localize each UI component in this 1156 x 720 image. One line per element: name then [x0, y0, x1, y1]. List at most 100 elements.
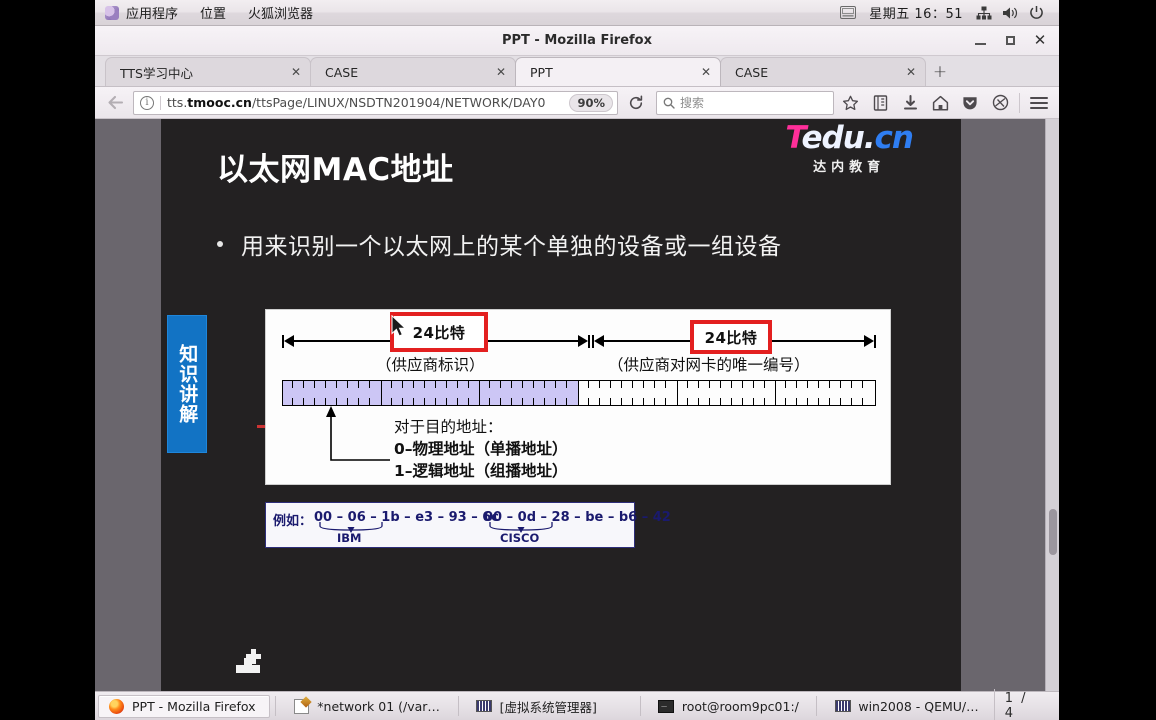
tab-tts[interactable]: TTS学习中心 ✕ [105, 57, 311, 86]
power-icon[interactable] [1023, 3, 1049, 23]
tab-case-2[interactable]: CASE ✕ [720, 57, 926, 86]
bit-field-bar [282, 380, 876, 406]
right-span-caption: （供应商对网卡的唯一编号） [608, 356, 810, 374]
menu-applications[interactable]: 应用程序 [115, 0, 189, 25]
section-tab-knowledge: 知识讲解 [167, 315, 207, 453]
library-icon[interactable] [866, 90, 894, 116]
tab-case-1[interactable]: CASE ✕ [310, 57, 516, 86]
mac-example-box: 例如： 00 – 06 – 1b – e3 – 93 – 6c 00 – 0d … [265, 502, 671, 548]
right-span-arrow-left [592, 334, 702, 348]
minimize-button[interactable] [965, 28, 995, 54]
logo-cn: cn [874, 120, 914, 156]
page-scrollbar[interactable] [1045, 119, 1059, 691]
url-domain: tmooc.cn [187, 95, 252, 110]
desktop-top-panel: 应用程序 位置 火狐浏览器 星期五 16：51 [95, 0, 1059, 26]
panel-menu-group: 应用程序 位置 火狐浏览器 [95, 0, 324, 25]
mouse-cursor-icon [391, 315, 407, 337]
firefox-window: PPT - Mozilla Firefox ✕ TTS学习中心 ✕ CASE ✕… [95, 26, 1059, 691]
note-line-2: 0–物理地址（单播地址） [394, 440, 568, 458]
url-path: /ttsPage/LINUX/NSDTN201904/NETWORK/DAY0 [251, 95, 546, 110]
letterbox-right [1059, 0, 1156, 720]
taskbar-divider [639, 696, 641, 716]
toolbar-divider [1019, 92, 1020, 113]
page-info-icon[interactable]: i [140, 95, 154, 110]
menu-firefox[interactable]: 火狐浏览器 [237, 0, 324, 25]
taskbar-item-firefox[interactable]: PPT - Mozilla Firefox [98, 694, 271, 718]
taskbar-divider [816, 696, 818, 716]
url-divider [160, 95, 161, 110]
zoom-level-badge[interactable]: 90% [569, 93, 613, 112]
tab-close-icon[interactable]: ✕ [288, 65, 304, 79]
tedu-logo: Tedu.cn 达内教育 [785, 120, 914, 176]
search-bar[interactable]: 搜索 [656, 90, 834, 115]
taskbar-item-terminal[interactable]: root@room9pc01:/ [649, 695, 811, 718]
screen: 应用程序 位置 火狐浏览器 星期五 16：51 PPT - Mozilla Fi… [0, 0, 1156, 720]
bit-segment [776, 381, 875, 405]
workspace-pager[interactable]: 1 / 4 [993, 689, 1053, 720]
url-prefix: tts. [167, 95, 188, 110]
taskbar-item-label: [虚拟系统管理器] [499, 699, 597, 715]
lsb-callout-arrow [326, 406, 390, 461]
bullet-text: 用来识别一个以太网上的某个单独的设备或一组设备 [241, 234, 782, 260]
tab-close-icon[interactable]: ✕ [698, 65, 714, 79]
sync-icon[interactable] [986, 90, 1014, 116]
clock[interactable]: 星期五 16：51 [861, 3, 971, 22]
url-bar[interactable]: i tts.tmooc.cn/ttsPage/LINUX/NSDTN201904… [133, 90, 618, 115]
taskbar-item-label: *network 01 (/var/ftp/··· [317, 698, 443, 714]
virt-manager-icon [476, 698, 493, 715]
section-tab-label: 知识讲解 [176, 344, 199, 424]
example-label: 例如： [273, 514, 313, 529]
search-placeholder: 搜索 [680, 96, 705, 110]
left-span-arrow-right [480, 334, 590, 348]
tab-label: CASE [735, 64, 769, 80]
bit-segment [579, 381, 678, 405]
taskbar-item-label: PPT - Mozilla Firefox [132, 698, 256, 714]
firefox-icon [108, 698, 125, 715]
taskbar-item-virt-manager[interactable]: [虚拟系统管理器] [467, 695, 635, 718]
example-vendor-cisco: CISCO [500, 531, 540, 545]
right-bits-highlight: 24比特 [690, 320, 772, 354]
taskbar-item-qemu[interactable]: win2008 - QEMU/KVM [825, 695, 993, 718]
bit-segment [381, 381, 481, 405]
bookmark-star-icon[interactable] [836, 90, 864, 116]
scrollbar-thumb[interactable] [1049, 509, 1057, 555]
network-icon[interactable] [971, 3, 997, 23]
bit-segment [678, 381, 777, 405]
tab-label: CASE [325, 64, 359, 80]
bit-segment [283, 381, 382, 405]
volume-icon[interactable] [997, 3, 1023, 23]
reload-icon[interactable] [622, 90, 650, 116]
presentation-slide[interactable]: 以太网MAC地址 Tedu.cn 达内教育 用来识别一个以太网上的某个单独的设备… [161, 119, 961, 691]
tab-close-icon[interactable]: ✕ [903, 65, 919, 79]
left-span-caption: （供应商标识） [376, 356, 485, 374]
close-button[interactable]: ✕ [1025, 28, 1055, 54]
window-title: PPT - Mozilla Firefox [501, 33, 652, 48]
bit-segment [480, 381, 580, 405]
menu-icon[interactable] [1025, 90, 1053, 116]
destination-address-note: 对于目的地址： 0–物理地址（单播地址） 1–逻辑地址（组播地址） [394, 416, 568, 482]
taskbar-item-label: win2008 - QEMU/KVM [858, 698, 985, 714]
letterbox-left [0, 0, 95, 720]
terminal-icon [658, 698, 675, 715]
pocket-icon[interactable] [956, 90, 984, 116]
tab-ppt[interactable]: PPT ✕ [515, 57, 721, 86]
gedit-icon [293, 698, 310, 715]
slide-title: 以太网MAC地址 [217, 152, 454, 188]
window-controls: ✕ [965, 26, 1055, 55]
menu-places[interactable]: 位置 [189, 0, 237, 25]
logo-letter-t: T [785, 120, 802, 156]
panel-status-group: 星期五 16：51 [835, 0, 1059, 25]
maximize-button[interactable] [995, 28, 1025, 54]
logo-subtitle: 达内教育 [813, 160, 886, 175]
tab-close-icon[interactable]: ✕ [493, 65, 509, 79]
example-vendor-ibm: IBM [337, 531, 362, 545]
window-titlebar[interactable]: PPT - Mozilla Firefox ✕ [95, 26, 1059, 56]
downloads-icon[interactable] [896, 90, 924, 116]
bullet-item: 用来识别一个以太网上的某个单独的设备或一组设备 [217, 227, 782, 261]
home-icon[interactable] [926, 90, 954, 116]
taskbar-item-gedit[interactable]: *network 01 (/var/ftp/··· [284, 695, 452, 718]
new-tab-button[interactable]: + [925, 57, 955, 86]
logo-edu: edu. [801, 120, 875, 156]
back-icon[interactable] [101, 90, 129, 116]
keyboard-icon[interactable] [835, 3, 861, 23]
